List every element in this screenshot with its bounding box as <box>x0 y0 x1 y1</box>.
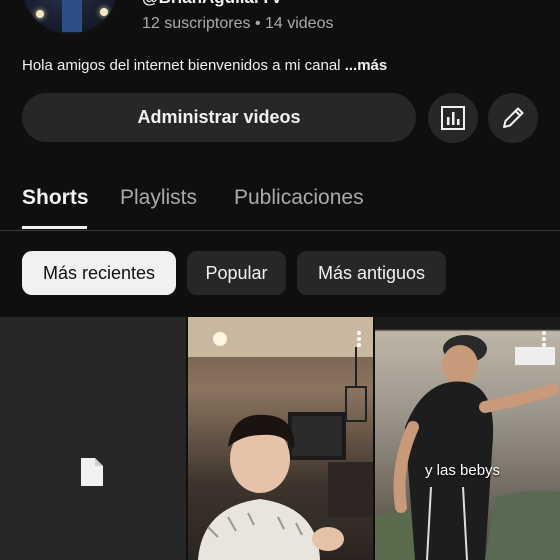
tab-playlists[interactable]: Playlists <box>120 186 197 210</box>
bar-chart-icon <box>441 106 465 130</box>
tab-publicaciones[interactable]: Publicaciones <box>234 186 364 210</box>
channel-tabs: Shorts Playlists Publicaciones <box>0 170 560 231</box>
pencil-icon <box>503 107 524 128</box>
filter-chip-oldest[interactable]: Más antiguos <box>297 251 446 295</box>
filter-chip-popular[interactable]: Popular <box>187 251 286 295</box>
analytics-button[interactable] <box>428 93 478 143</box>
short-thumbnail-image <box>188 317 373 560</box>
more-link[interactable]: ...más <box>345 57 388 74</box>
active-tab-indicator <box>22 226 87 229</box>
short-thumbnail[interactable]: y las bebys <box>375 317 560 560</box>
description-text: Hola amigos del internet bienvenidos a m… <box>22 57 341 74</box>
shorts-grid: y las bebys <box>0 317 560 560</box>
more-options-icon[interactable] <box>357 331 361 347</box>
short-thumbnail[interactable] <box>188 317 373 560</box>
avatar-light <box>100 8 108 16</box>
channel-handle: @BrianAguilarTV <box>142 0 282 8</box>
short-thumbnail-processing[interactable] <box>0 317 186 560</box>
channel-avatar[interactable] <box>22 0 118 34</box>
filter-chip-recent[interactable]: Más recientes <box>22 251 176 295</box>
manage-videos-label: Administrar videos <box>137 107 301 127</box>
filter-chip-label: Popular <box>205 262 268 283</box>
edit-channel-button[interactable] <box>488 93 538 143</box>
channel-description[interactable]: Hola amigos del internet bienvenidos a m… <box>22 57 387 74</box>
short-thumbnail-image <box>375 335 560 560</box>
tab-shorts[interactable]: Shorts <box>22 186 89 210</box>
file-icon <box>81 458 103 486</box>
channel-stats: 12 suscriptores • 14 videos <box>142 15 334 32</box>
manage-videos-button[interactable]: Administrar videos <box>22 93 416 142</box>
avatar-light <box>36 10 44 18</box>
avatar-figure <box>62 0 82 32</box>
filter-chip-label: Más recientes <box>42 262 156 283</box>
more-options-icon[interactable] <box>542 331 546 347</box>
filter-chip-label: Más antiguos <box>317 262 426 283</box>
short-caption: y las bebys <box>425 462 501 479</box>
